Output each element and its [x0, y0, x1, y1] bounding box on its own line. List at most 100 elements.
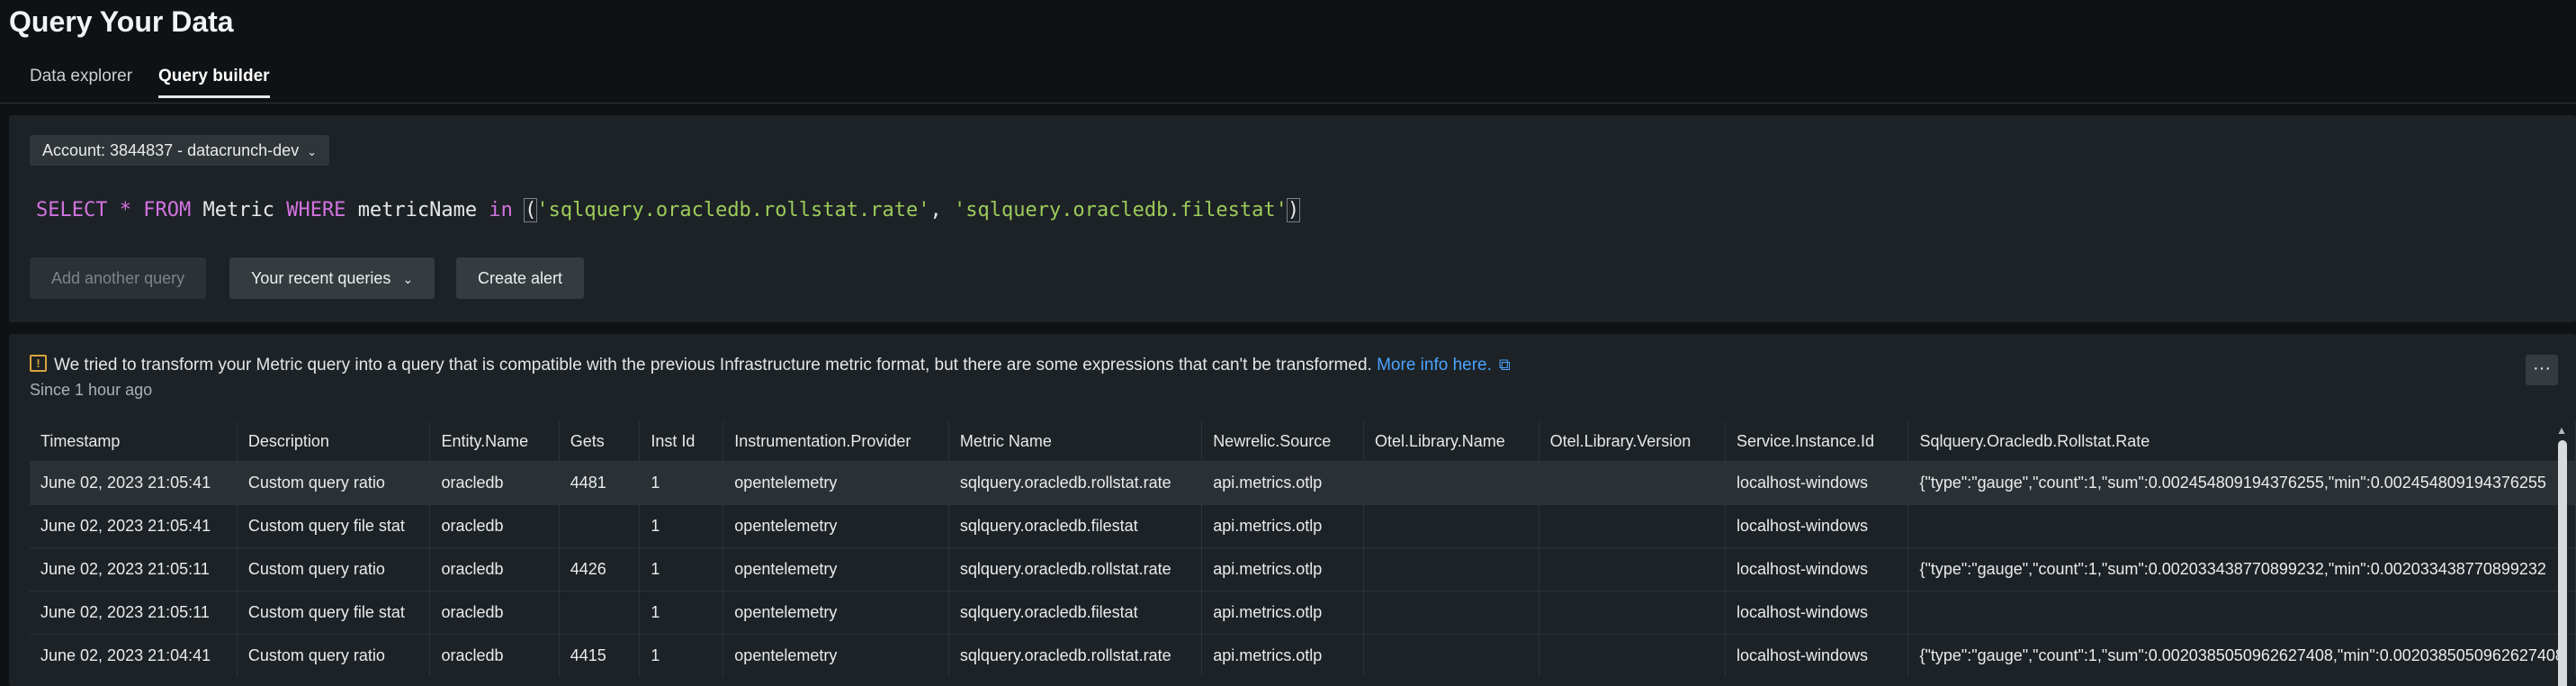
- table-cell: localhost-windows: [1725, 634, 1909, 677]
- column-header[interactable]: Description: [237, 421, 431, 462]
- table-cell: Custom query file stat: [237, 504, 431, 548]
- query-comma: ,: [929, 199, 954, 221]
- table-cell: api.metrics.otlp: [1201, 591, 1364, 635]
- table-cell: sqlquery.oracledb.rollstat.rate: [948, 547, 1203, 591]
- time-range-label: Since 1 hour ago: [30, 381, 153, 399]
- recent-queries-button[interactable]: Your recent queries ⌄: [229, 257, 435, 299]
- column-header[interactable]: Otel.Library.Version: [1539, 421, 1726, 462]
- table-cell: [1539, 634, 1726, 677]
- more-info-link[interactable]: More info here.: [1377, 356, 1492, 375]
- table-cell: Custom query ratio: [237, 461, 431, 505]
- table-cell: oracledb: [429, 547, 560, 591]
- transform-notice: ! We tried to transform your Metric query…: [30, 355, 1511, 375]
- table-cell: oracledb: [429, 634, 560, 677]
- table-cell: Custom query ratio: [237, 547, 431, 591]
- vertical-scrollbar[interactable]: [2558, 440, 2567, 686]
- table-cell: 4415: [559, 634, 641, 677]
- more-options-button[interactable]: ···: [2526, 355, 2558, 385]
- query-value-2: 'sqlquery.oracledb.filestat': [953, 199, 1288, 221]
- chevron-down-icon: ⌄: [402, 272, 414, 286]
- table-cell: [1539, 547, 1726, 591]
- table-cell: 4426: [559, 547, 641, 591]
- account-label: Account: 3844837 - datacrunch-dev: [42, 141, 300, 159]
- table-cell: [1907, 591, 2576, 635]
- create-alert-button[interactable]: Create alert: [456, 257, 585, 299]
- table-row[interactable]: June 02, 2023 21:05:41 Custom query ratio…: [30, 461, 2576, 505]
- table-cell: [1363, 634, 1539, 677]
- table-cell: sqlquery.oracledb.filestat: [948, 591, 1203, 635]
- column-header[interactable]: Inst Id: [639, 421, 724, 462]
- query-operator: in: [489, 199, 513, 221]
- table-cell: [1363, 591, 1539, 635]
- table-cell: [1539, 591, 1726, 635]
- table-cell: opentelemetry: [723, 461, 949, 505]
- query-table: Metric: [202, 199, 274, 221]
- table-cell: sqlquery.oracledb.rollstat.rate: [948, 634, 1203, 677]
- table-cell: {"type":"gauge","count":1,"sum":0.002033…: [1907, 547, 2576, 591]
- table-cell: [559, 591, 641, 635]
- table-cell: June 02, 2023 21:05:41: [30, 504, 238, 548]
- table-cell: [559, 504, 641, 548]
- table-cell: api.metrics.otlp: [1201, 461, 1364, 505]
- table-cell: opentelemetry: [723, 591, 949, 635]
- chevron-down-icon: ⌄: [307, 145, 318, 158]
- query-panel: Account: 3844837 - datacrunch-dev ⌄ SELE…: [9, 115, 2576, 322]
- column-header[interactable]: Instrumentation.Provider: [723, 421, 949, 462]
- table-cell: api.metrics.otlp: [1201, 547, 1364, 591]
- query-open-paren: (: [524, 198, 538, 222]
- table-cell: 1: [639, 547, 724, 591]
- table-cell: June 02, 2023 21:04:41: [30, 634, 238, 677]
- table-cell: opentelemetry: [723, 504, 949, 548]
- recent-queries-label: Your recent queries: [251, 269, 391, 287]
- table-cell: [1907, 504, 2576, 548]
- table-cell: oracledb: [429, 504, 560, 548]
- table-cell: [1363, 461, 1539, 505]
- results-panel: ! We tried to transform your Metric query…: [9, 334, 2576, 686]
- table-cell: June 02, 2023 21:05:11: [30, 547, 238, 591]
- table-row[interactable]: June 02, 2023 21:04:41 Custom query ratio…: [30, 634, 2576, 677]
- query-keyword-select: SELECT: [36, 199, 108, 221]
- table-cell: localhost-windows: [1725, 504, 1909, 548]
- table-cell: sqlquery.oracledb.filestat: [948, 504, 1203, 548]
- query-keyword-where: WHERE: [286, 199, 346, 221]
- table-row[interactable]: June 02, 2023 21:05:11 Custom query ratio…: [30, 547, 2576, 591]
- add-another-query-button[interactable]: Add another query: [30, 257, 207, 299]
- table-row[interactable]: June 02, 2023 21:05:11 Custom query file …: [30, 591, 2576, 635]
- table-cell: localhost-windows: [1725, 461, 1909, 505]
- query-field: metricName: [357, 199, 478, 221]
- table-cell: [1363, 504, 1539, 548]
- query-editor[interactable]: SELECT * FROM Metric WHERE metricName in…: [36, 198, 1301, 222]
- column-header[interactable]: Timestamp: [30, 421, 238, 462]
- column-header[interactable]: Service.Instance.Id: [1725, 421, 1909, 462]
- column-header[interactable]: Newrelic.Source: [1201, 421, 1364, 462]
- query-star: *: [119, 199, 131, 221]
- tab-data-explorer[interactable]: Data explorer: [30, 67, 132, 95]
- query-keyword-from: FROM: [143, 199, 192, 221]
- account-selector[interactable]: Account: 3844837 - datacrunch-dev ⌄: [30, 135, 330, 166]
- table-cell: api.metrics.otlp: [1201, 504, 1364, 548]
- table-cell: localhost-windows: [1725, 591, 1909, 635]
- query-close-paren: ): [1286, 198, 1301, 222]
- table-cell: [1363, 547, 1539, 591]
- table-cell: oracledb: [429, 591, 560, 635]
- table-cell: June 02, 2023 21:05:41: [30, 461, 238, 505]
- warning-icon: !: [30, 355, 47, 373]
- table-cell: [1539, 461, 1726, 505]
- column-header[interactable]: Metric Name: [948, 421, 1203, 462]
- table-cell: 4481: [559, 461, 641, 505]
- query-value-1: 'sqlquery.oracledb.rollstat.rate': [536, 199, 930, 221]
- column-header[interactable]: Otel.Library.Name: [1363, 421, 1539, 462]
- table-cell: opentelemetry: [723, 547, 949, 591]
- tab-query-builder[interactable]: Query builder: [158, 67, 270, 98]
- table-cell: June 02, 2023 21:05:11: [30, 591, 238, 635]
- column-header[interactable]: Entity.Name: [429, 421, 560, 462]
- table-row[interactable]: June 02, 2023 21:05:41 Custom query file …: [30, 504, 2576, 548]
- table-header-row: Timestamp Description Entity.Name Gets I…: [30, 421, 2576, 462]
- table-cell: api.metrics.otlp: [1201, 634, 1364, 677]
- scroll-up-arrow-icon[interactable]: ▲: [2556, 424, 2567, 437]
- column-header[interactable]: Gets: [559, 421, 641, 462]
- table-cell: opentelemetry: [723, 634, 949, 677]
- external-link-icon[interactable]: ⧉: [1499, 356, 1511, 374]
- column-header[interactable]: Sqlquery.Oracledb.Rollstat.Rate: [1907, 421, 2576, 462]
- results-table: Timestamp Description Entity.Name Gets I…: [30, 421, 2576, 677]
